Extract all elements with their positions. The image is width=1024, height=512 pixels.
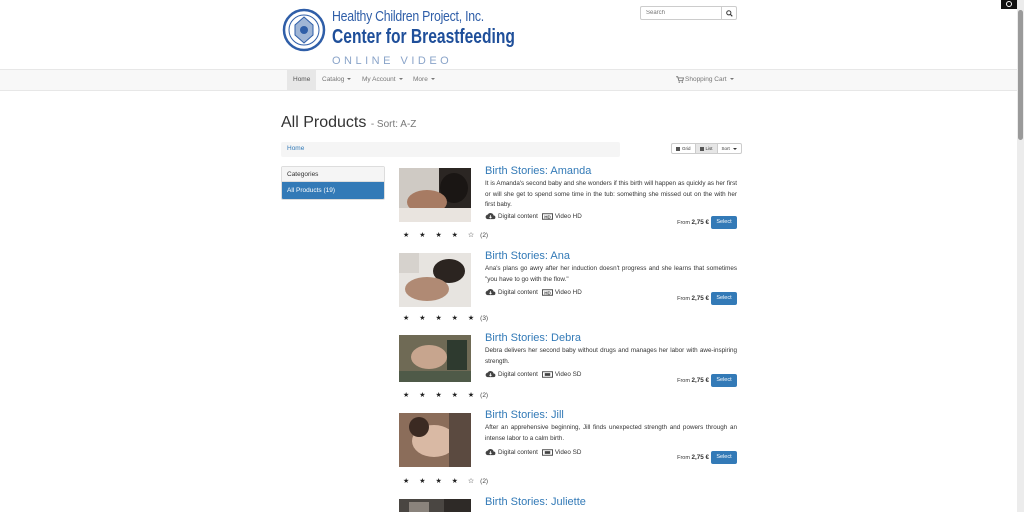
chevron-down-icon bbox=[729, 78, 734, 81]
logo-emblem-icon bbox=[282, 8, 326, 52]
review-count: (2) bbox=[480, 478, 489, 485]
product-description: Ana's plans go awry after her induction … bbox=[485, 265, 737, 283]
logo-line-org: Healthy Children Project, Inc. bbox=[332, 8, 484, 25]
cloud-download-icon bbox=[485, 449, 496, 456]
product-title-link[interactable]: Birth Stories: Jill bbox=[485, 409, 564, 421]
search-input[interactable] bbox=[641, 7, 721, 19]
chevron-down-icon bbox=[430, 78, 435, 81]
product-title-link[interactable]: Birth Stories: Juliette bbox=[485, 496, 586, 508]
hd-icon: HD bbox=[541, 288, 553, 296]
svg-text:HD: HD bbox=[544, 214, 551, 219]
product-item: ★ ★ ★ ★ ☆ (2) Birth Stories: Jill After a… bbox=[399, 409, 737, 489]
product-thumbnail[interactable] bbox=[399, 499, 471, 512]
product-thumbnail[interactable] bbox=[399, 335, 471, 382]
settings-icon[interactable] bbox=[1001, 0, 1017, 9]
nav-shopping-cart[interactable]: Shopping Cart bbox=[670, 70, 740, 90]
breadcrumb-home-link[interactable]: Home bbox=[287, 145, 304, 152]
nav-home[interactable]: Home bbox=[287, 70, 317, 90]
product-description: Debra delivers her second baby without d… bbox=[485, 347, 737, 365]
sort-subtitle: - Sort: A-Z bbox=[370, 119, 417, 130]
product-item: Birth Stories: Juliette bbox=[399, 495, 737, 512]
cart-icon bbox=[676, 76, 685, 83]
grid-view-button[interactable]: Grid bbox=[672, 144, 696, 153]
product-price: From 2,75 € bbox=[677, 219, 709, 226]
product-price: From 2,75 € bbox=[677, 454, 709, 461]
list-view-button[interactable]: List bbox=[695, 144, 718, 153]
search-icon bbox=[725, 9, 733, 17]
categories-heading: Categories bbox=[282, 167, 384, 182]
product-item: ★ ★ ★ ★ ★ (3) Birth Stories: Ana Ana's pl… bbox=[399, 250, 737, 330]
product-meta: Digital content HD Video HD bbox=[485, 288, 582, 296]
product-title-link[interactable]: Birth Stories: Amanda bbox=[485, 165, 591, 177]
product-item: ★ ★ ★ ★ ★ (2) Birth Stories: Debra Debra … bbox=[399, 332, 737, 412]
site-logo[interactable]: Healthy Children Project, Inc. Center fo… bbox=[282, 6, 515, 67]
logo-line-tagline: ONLINE VIDEO bbox=[332, 55, 453, 67]
rating-stars: ★ ★ ★ ★ ☆ (2) bbox=[403, 478, 489, 485]
search-button[interactable] bbox=[721, 7, 736, 19]
product-meta: Digital content Video SD bbox=[485, 370, 581, 378]
sort-dropdown[interactable]: Sort bbox=[718, 144, 741, 153]
rating-stars: ★ ★ ★ ★ ★ (3) bbox=[403, 315, 489, 322]
rating-stars: ★ ★ ★ ★ ★ (2) bbox=[403, 392, 489, 399]
search-form bbox=[640, 6, 737, 20]
select-button[interactable]: Select bbox=[711, 451, 737, 464]
review-count: (2) bbox=[480, 232, 489, 239]
product-title-link[interactable]: Birth Stories: Debra bbox=[485, 332, 581, 344]
categories-panel: Categories All Products (19) bbox=[281, 166, 385, 200]
chevron-down-icon bbox=[347, 78, 352, 81]
breadcrumb: Home bbox=[281, 142, 620, 157]
product-thumbnail[interactable] bbox=[399, 168, 471, 222]
product-item: ★ ★ ★ ★ ☆ (2) Birth Stories: Amanda It is… bbox=[399, 165, 737, 245]
product-price: From 2,75 € bbox=[677, 295, 709, 302]
select-button[interactable]: Select bbox=[711, 374, 737, 387]
chevron-down-icon bbox=[398, 78, 403, 81]
nav-my-account[interactable]: My Account bbox=[356, 70, 409, 90]
cloud-download-icon bbox=[485, 371, 496, 378]
rating-stars: ★ ★ ★ ★ ☆ (2) bbox=[403, 232, 489, 239]
product-thumbnail[interactable] bbox=[399, 253, 471, 307]
page-title: All Products - Sort: A-Z bbox=[281, 114, 417, 131]
cloud-download-icon bbox=[485, 289, 496, 296]
select-button[interactable]: Select bbox=[711, 216, 737, 229]
product-title-link[interactable]: Birth Stories: Ana bbox=[485, 250, 570, 262]
nav-catalog[interactable]: Catalog bbox=[316, 70, 357, 90]
page-scrollbar[interactable] bbox=[1017, 0, 1024, 512]
select-button[interactable]: Select bbox=[711, 292, 737, 305]
hd-icon: HD bbox=[541, 212, 553, 220]
product-description: After an apprehensive beginning, Jill fi… bbox=[485, 424, 737, 442]
nav-more[interactable]: More bbox=[407, 70, 441, 90]
scroll-thumb[interactable] bbox=[1018, 10, 1023, 140]
product-meta: Digital content HD Video HD bbox=[485, 212, 582, 220]
svg-text:HD: HD bbox=[544, 290, 551, 295]
list-icon bbox=[699, 146, 704, 151]
film-icon bbox=[541, 370, 553, 378]
grid-icon bbox=[676, 146, 680, 151]
review-count: (2) bbox=[480, 392, 489, 399]
product-meta: Digital content Video SD bbox=[485, 448, 581, 456]
film-icon bbox=[541, 448, 553, 456]
chevron-down-icon bbox=[732, 147, 737, 150]
cloud-download-icon bbox=[485, 213, 496, 220]
product-price: From 2,75 € bbox=[677, 377, 709, 384]
category-all-products[interactable]: All Products (19) bbox=[282, 182, 384, 199]
product-description: It is Amanda's second baby and she wonde… bbox=[485, 180, 737, 208]
view-controls: Grid List Sort bbox=[671, 143, 742, 154]
main-navbar: Home Catalog My Account More Shopping Ca… bbox=[0, 69, 1017, 91]
review-count: (3) bbox=[480, 315, 489, 322]
product-thumbnail[interactable] bbox=[399, 413, 471, 467]
logo-line-center: Center for Breastfeeding bbox=[332, 26, 515, 48]
